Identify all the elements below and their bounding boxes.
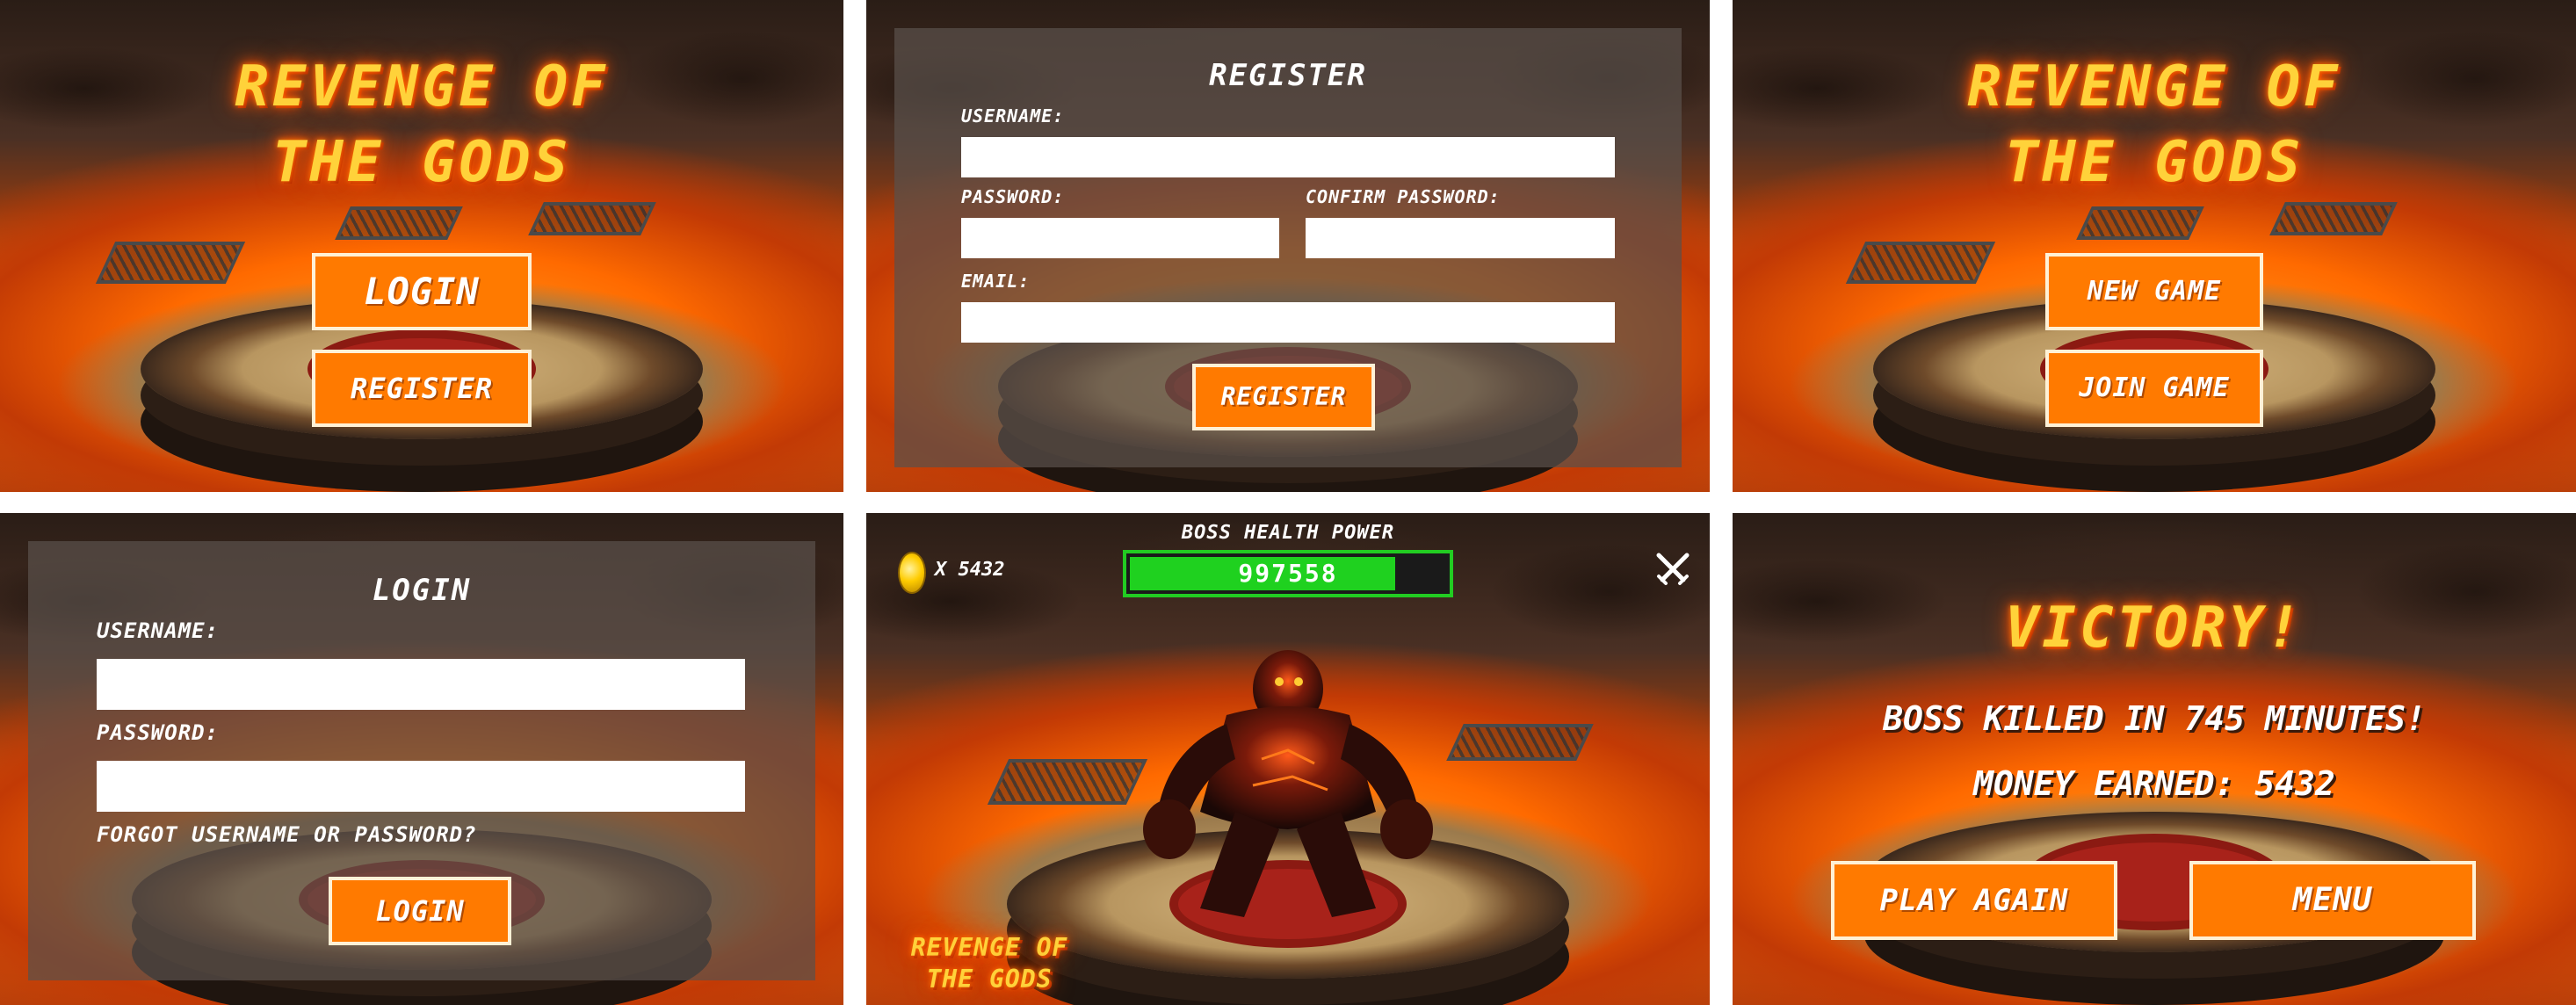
arena-grate — [1446, 724, 1594, 761]
logo-line-2: THE GODS — [926, 965, 1053, 994]
arena-grate — [335, 206, 463, 240]
username-field[interactable] — [97, 659, 745, 710]
login-screen-panel: LOGIN USERNAME: PASSWORD: FORGOT USERNAM… — [0, 513, 843, 1005]
victory-title: VICTORY! — [2004, 596, 2305, 661]
username-label: USERNAME: — [97, 618, 220, 643]
game-title-line-2: THE GODS — [2004, 130, 2305, 195]
password-label: PASSWORD: — [961, 186, 1065, 207]
email-label: EMAIL: — [961, 271, 1031, 292]
arena-grate — [1845, 242, 1996, 284]
boss-health-value: 997558 — [1238, 559, 1338, 588]
register-form: REGISTER USERNAME: PASSWORD: CONFIRM PAS… — [894, 28, 1682, 467]
arena-grate — [95, 242, 246, 284]
password-field[interactable] — [97, 761, 745, 812]
arena-grate — [987, 759, 1148, 805]
boss-fight-panel: x 5432 BOSS HEALTH POWER 997558 REVENGE … — [866, 513, 1710, 1005]
money-earned-message: MONEY EARNED: 5432 — [1973, 764, 2335, 803]
email-field[interactable] — [961, 302, 1615, 343]
confirm-password-field[interactable] — [1306, 218, 1615, 258]
menu-button[interactable]: MENU — [2189, 861, 2476, 940]
login-form: LOGIN USERNAME: PASSWORD: FORGOT USERNAM… — [28, 541, 815, 980]
confirm-password-label: CONFIRM PASSWORD: — [1306, 186, 1501, 207]
register-title: REGISTER — [1209, 58, 1367, 93]
new-game-button[interactable]: NEW GAME — [2045, 253, 2263, 330]
password-label: PASSWORD: — [97, 720, 220, 745]
game-title-line-2: THE GODS — [271, 130, 572, 195]
play-again-button[interactable]: PLAY AGAIN — [1831, 861, 2117, 940]
forgot-credentials-link[interactable]: FORGOT USERNAME OR PASSWORD? — [97, 822, 477, 847]
register-submit-button[interactable]: REGISTER — [1192, 364, 1375, 430]
username-label: USERNAME: — [961, 105, 1065, 127]
logo-line-1: REVENGE OF — [910, 933, 1068, 962]
login-button[interactable]: LOGIN — [312, 253, 532, 330]
arena-grate — [2076, 206, 2204, 240]
start-screen-panel: REVENGE OF THE GODS LOGIN REGISTER — [0, 0, 843, 492]
login-submit-button[interactable]: LOGIN — [329, 877, 511, 945]
register-screen-panel: REGISTER USERNAME: PASSWORD: CONFIRM PAS… — [866, 0, 1710, 492]
coin-count: x 5432 — [935, 559, 1005, 581]
arena-grate — [528, 202, 656, 235]
menu-screen-panel: REVENGE OF THE GODS NEW GAME JOIN GAME — [1733, 0, 2576, 492]
boss-monster[interactable] — [1130, 618, 1446, 935]
coin-icon — [898, 552, 926, 594]
crossed-swords-icon[interactable] — [1653, 550, 1692, 589]
victory-screen-panel: VICTORY! BOSS KILLED IN 745 MINUTES! MON… — [1733, 513, 2576, 1005]
game-title-line-1: REVENGE OF — [1967, 54, 2341, 119]
register-button[interactable]: REGISTER — [312, 350, 532, 427]
boss-health-bar: 997558 — [1123, 550, 1453, 597]
join-game-button[interactable]: JOIN GAME — [2045, 350, 2263, 427]
boss-health-label: BOSS HEALTH POWER — [1181, 522, 1395, 544]
kill-time-message: BOSS KILLED IN 745 MINUTES! — [1883, 699, 2426, 738]
game-title-line-1: REVENGE OF — [235, 54, 609, 119]
login-title: LOGIN — [372, 573, 472, 608]
username-field[interactable] — [961, 137, 1615, 177]
password-field[interactable] — [961, 218, 1279, 258]
arena-grate — [2269, 202, 2398, 235]
